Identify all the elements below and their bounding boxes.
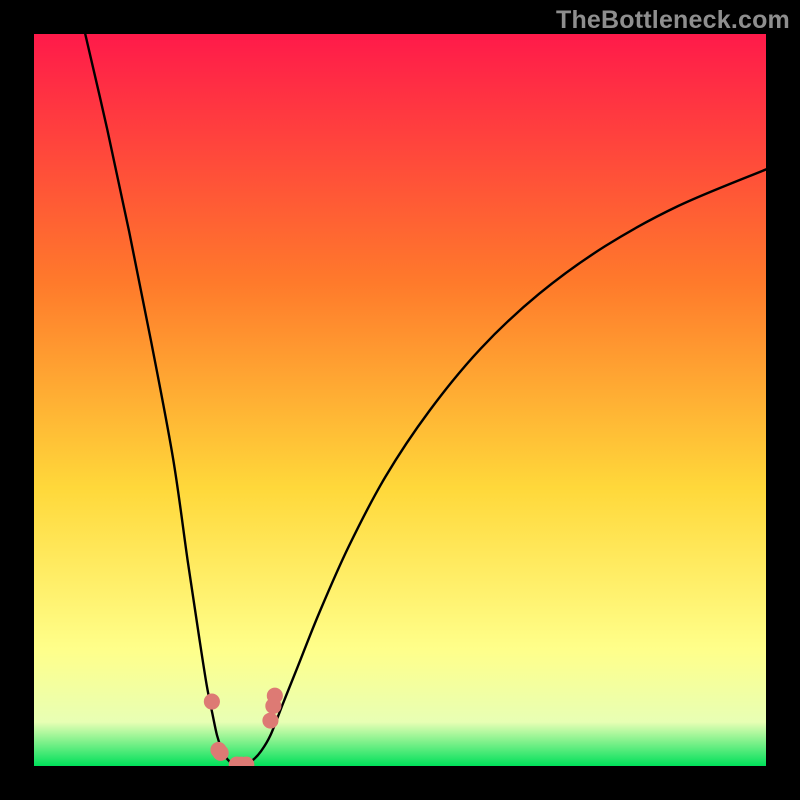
data-marker — [204, 694, 220, 710]
data-marker — [267, 688, 283, 704]
bottleneck-curve-chart — [34, 34, 766, 766]
gradient-background — [34, 34, 766, 766]
chart-frame: TheBottleneck.com — [0, 0, 800, 800]
data-marker — [262, 713, 278, 729]
plot-area — [34, 34, 766, 766]
watermark-text: TheBottleneck.com — [556, 6, 790, 35]
data-marker — [213, 745, 229, 761]
